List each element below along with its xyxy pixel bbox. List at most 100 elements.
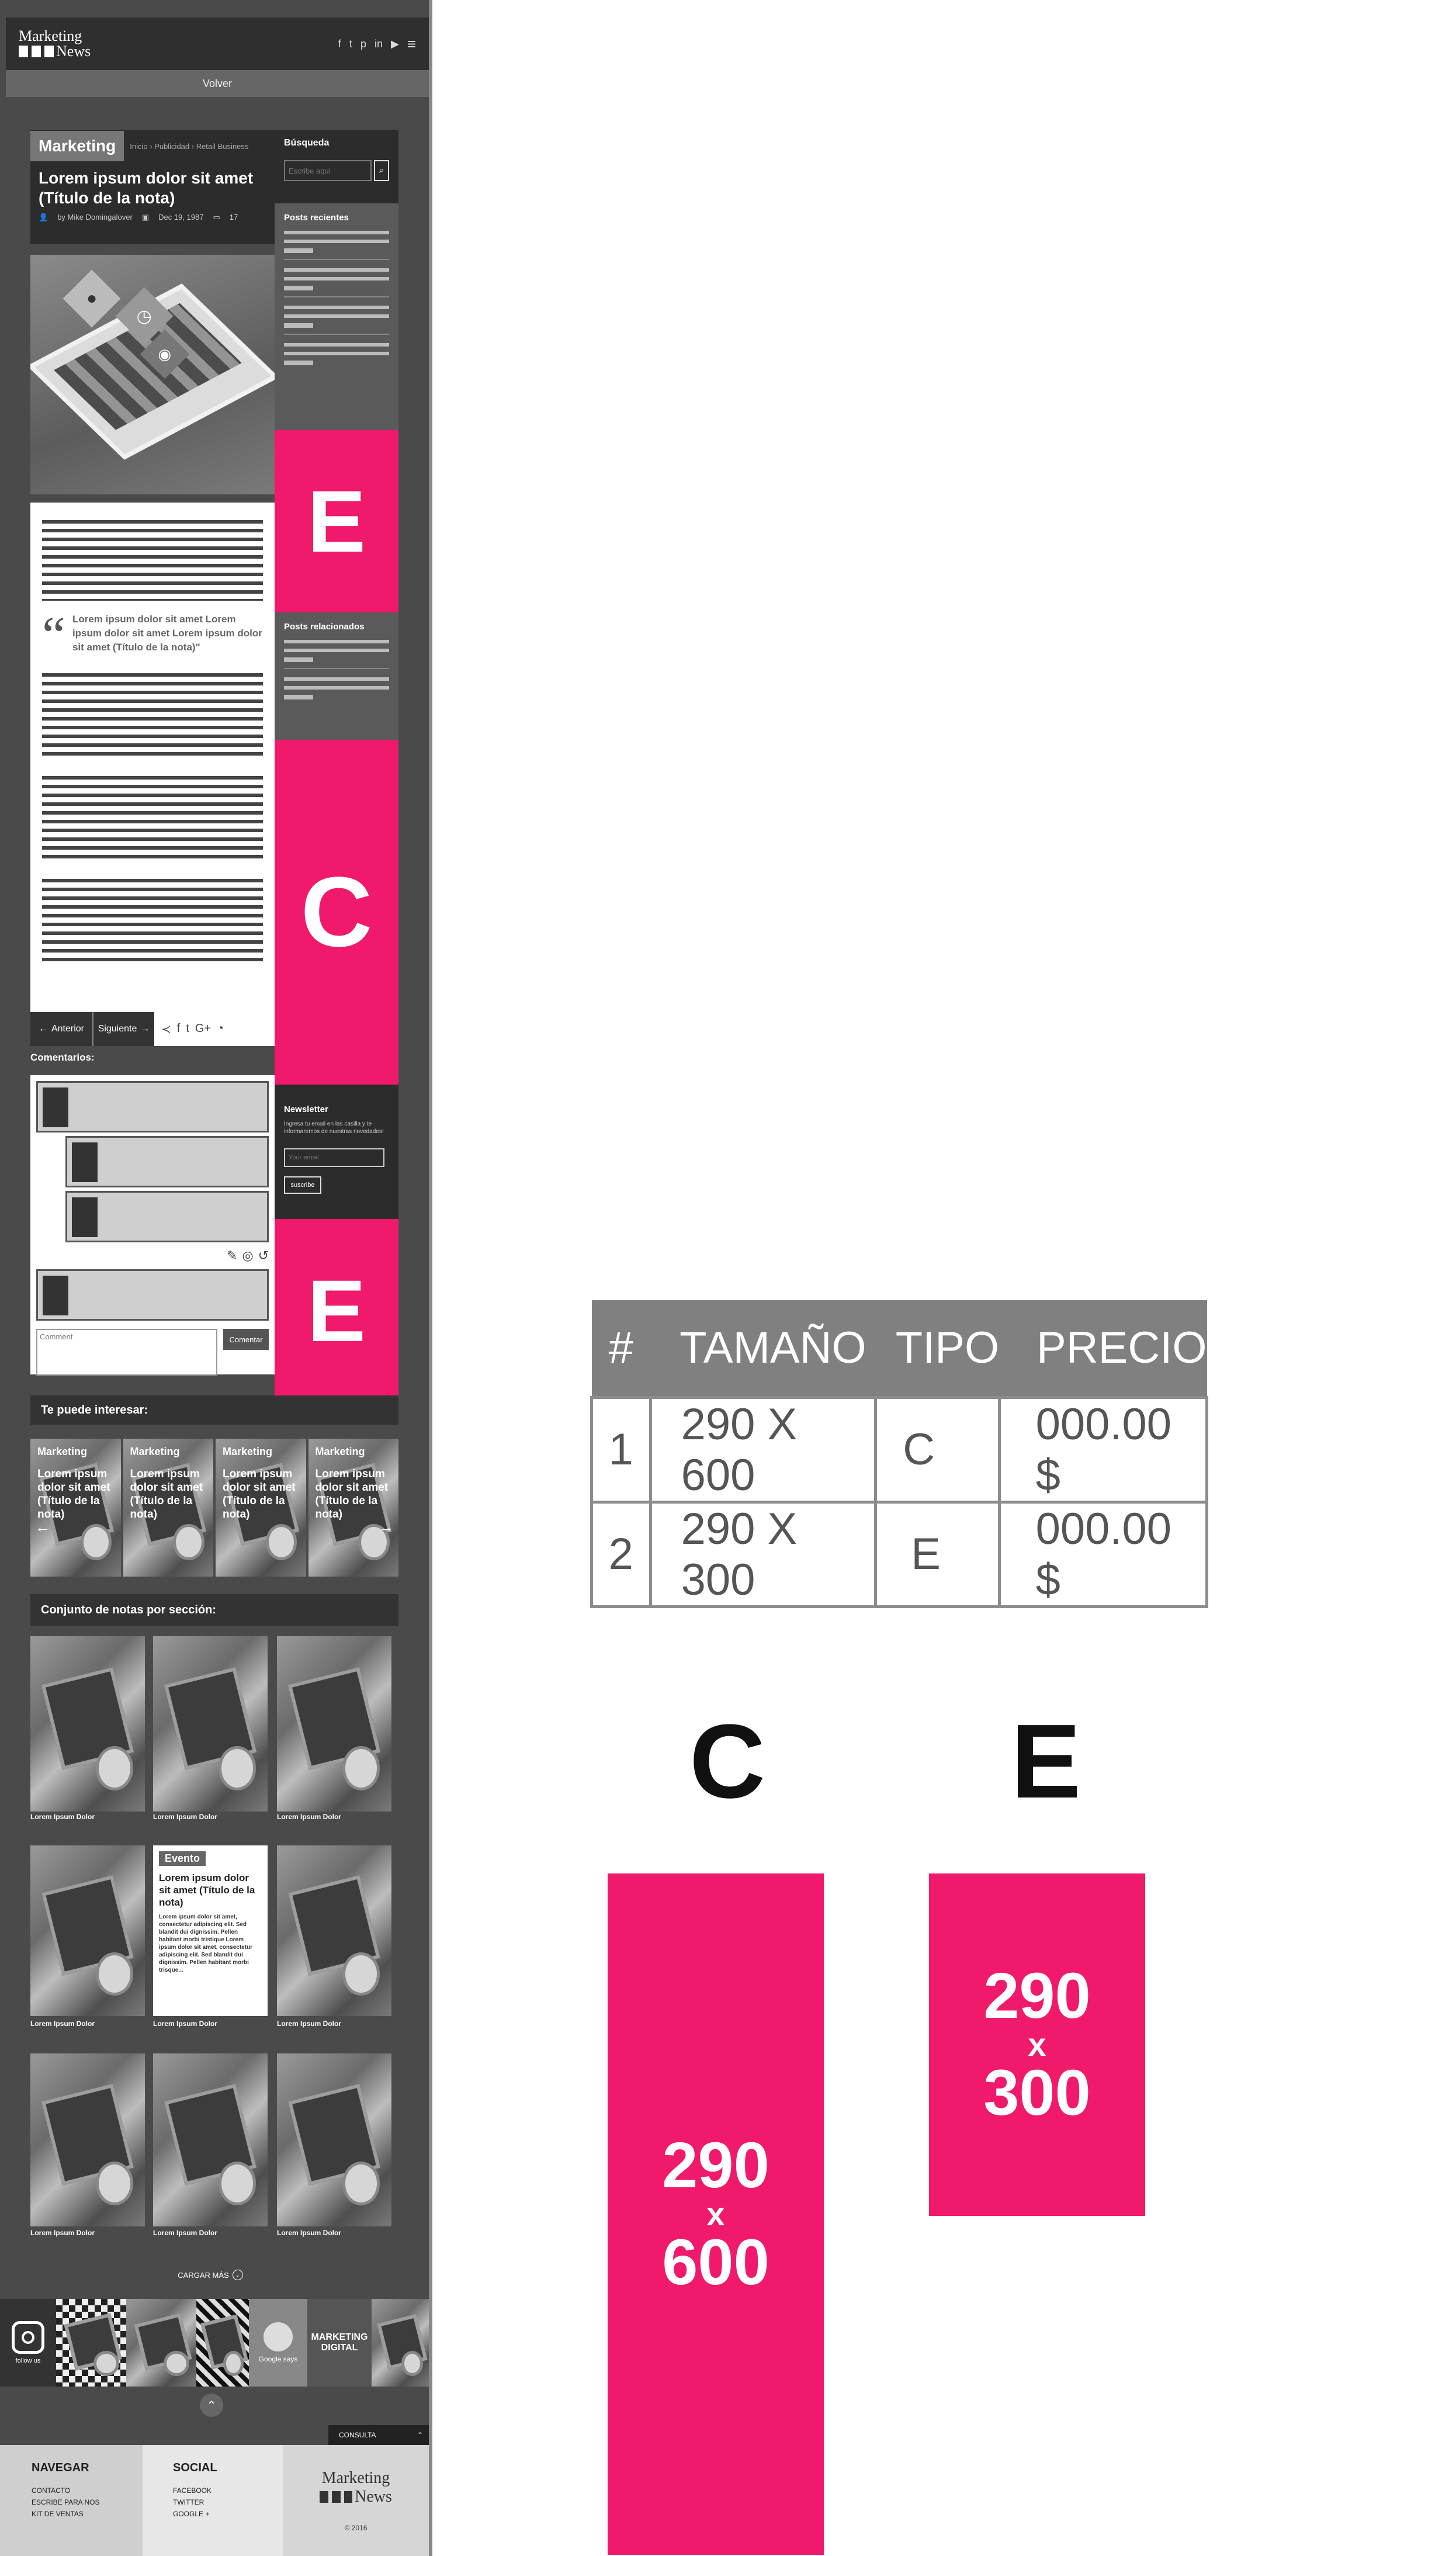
like-icon[interactable]: ◎ xyxy=(242,1248,253,1263)
breadcrumb[interactable]: Inicio › Publicidad › Retail Business xyxy=(130,142,248,151)
col-header: # xyxy=(591,1300,651,1397)
scroll-top-button[interactable]: ⌃ xyxy=(200,2394,223,2417)
note-title: Lorem Ipsum Dolor xyxy=(30,2020,95,2028)
comment-reply xyxy=(65,1191,269,1242)
note-card[interactable] xyxy=(153,2053,268,2226)
menu-icon[interactable]: ≡ xyxy=(407,35,416,53)
instagram-strip: follow us Google says MARKETING DIGITAL xyxy=(0,2299,429,2387)
comment xyxy=(36,1269,269,1321)
note-card[interactable] xyxy=(277,2053,391,2226)
next-button[interactable]: Siguiente → xyxy=(92,1012,154,1046)
search-input[interactable] xyxy=(284,160,372,181)
note-card[interactable] xyxy=(153,1636,268,1812)
pinterest-icon[interactable]: p xyxy=(360,38,366,50)
footer-link[interactable]: FACEBOOK xyxy=(173,2486,252,2495)
submit-comment-button[interactable]: Comentar xyxy=(223,1329,269,1350)
meta-comments[interactable]: 17 xyxy=(230,213,238,222)
interest-carousel: Marketing Lorem ipsum dolor sit amet (Tít… xyxy=(30,1439,398,1577)
ad-slot-e[interactable]: E xyxy=(275,430,398,612)
footer-link[interactable]: ESCRIBE PARA NOS xyxy=(32,2498,111,2506)
instagram-block[interactable]: follow us xyxy=(0,2299,56,2387)
event-card[interactable]: Evento Lorem ipsum dolor sit amet (Títul… xyxy=(153,1845,268,2016)
footer-link[interactable]: CONTACTO xyxy=(32,2486,111,2495)
paragraph xyxy=(42,776,263,864)
instagram-image[interactable] xyxy=(126,2299,196,2387)
twitter-icon[interactable]: t xyxy=(186,1022,189,1037)
facebook-icon[interactable]: f xyxy=(338,38,341,50)
pull-quote: “ Lorem ipsum dolor sit amet Lorem ipsum… xyxy=(42,609,263,662)
newsletter-email-input[interactable] xyxy=(284,1148,384,1167)
search-icon: ⌕ xyxy=(379,165,384,175)
col-header: TIPO xyxy=(875,1300,1000,1397)
interest-title: Te puede interesar: xyxy=(30,1395,398,1425)
arrow-right-icon: → xyxy=(140,1024,150,1034)
load-more-button[interactable]: CARGAR MÁS ⌄ xyxy=(164,2266,257,2284)
sidebar: Búsqueda ⌕ Posts recientes E Posts relac… xyxy=(275,130,398,1402)
youtube-icon[interactable]: ▶ xyxy=(391,38,399,50)
consulta-tab[interactable]: CONSULTA ⌃ xyxy=(328,2425,429,2445)
recent-post[interactable] xyxy=(284,231,389,260)
back-label: Volver xyxy=(202,77,233,89)
cell-price: 000.00 $ xyxy=(997,1395,1209,1504)
ad-c-width: 290 xyxy=(662,2129,769,2201)
carousel-prev-icon[interactable]: ← xyxy=(35,1518,50,1536)
note-card[interactable] xyxy=(277,1636,391,1812)
note-card[interactable] xyxy=(30,1636,145,1812)
whatsapp-icon[interactable]: ◔ xyxy=(217,1022,224,1037)
interest-card[interactable]: Marketing Lorem ipsum dolor sit amet (Tít… xyxy=(308,1439,398,1577)
linkedin-icon[interactable]: in xyxy=(375,38,383,50)
article-meta: 👤 by Mike Domingalover ▣ Dec 19, 1987 ▭ … xyxy=(30,208,275,227)
recent-post[interactable] xyxy=(284,306,389,335)
google-plus-icon[interactable]: G+ xyxy=(195,1022,211,1037)
facebook-icon[interactable]: f xyxy=(177,1022,181,1037)
instagram-image[interactable] xyxy=(56,2299,126,2387)
carousel-next-icon[interactable]: → xyxy=(379,1518,394,1536)
ad-e-x: x xyxy=(1028,2026,1046,2063)
footer-link[interactable]: GOOGLE + xyxy=(173,2510,252,2518)
back-bar[interactable]: Volver xyxy=(6,70,429,97)
note-card[interactable] xyxy=(277,1845,391,2016)
meta-author[interactable]: by Mike Domingalover xyxy=(57,213,133,222)
search-button[interactable]: ⌕ xyxy=(374,160,389,181)
ad-c-height: 600 xyxy=(662,2226,769,2298)
instagram-image[interactable] xyxy=(372,2299,429,2387)
recent-post[interactable] xyxy=(284,343,389,371)
logo-blocks-icon xyxy=(19,46,54,57)
interest-card[interactable]: Marketing Lorem ipsum dolor sit amet (Tít… xyxy=(30,1439,121,1577)
twitter-icon[interactable]: t xyxy=(349,38,352,50)
google-badge-icon xyxy=(264,2322,293,2351)
recent-post[interactable] xyxy=(284,268,389,297)
comment-input[interactable] xyxy=(36,1329,217,1376)
edit-icon[interactable]: ✎ xyxy=(227,1248,237,1263)
note-card[interactable] xyxy=(30,2053,145,2226)
cell-size: 290 X 600 xyxy=(649,1395,878,1504)
ad-slot-e[interactable]: E xyxy=(275,1219,398,1402)
subscribe-button[interactable]: suscribe xyxy=(284,1176,321,1194)
related-post[interactable] xyxy=(284,677,389,705)
site-logo[interactable]: Marketing News xyxy=(19,29,91,59)
arrow-left-icon: ← xyxy=(38,1024,48,1034)
ad-slot-c[interactable]: C xyxy=(275,740,398,1085)
footer-link[interactable]: KIT DE VENTAS xyxy=(32,2510,111,2518)
instagram-image[interactable]: Google says xyxy=(249,2299,307,2387)
interest-card[interactable]: Marketing Lorem ipsum dolor sit amet (Tít… xyxy=(216,1439,306,1577)
reply-icon[interactable]: ↺ xyxy=(258,1248,269,1263)
note-card[interactable] xyxy=(30,1845,145,2016)
chevron-up-icon: ⌃ xyxy=(206,2399,217,2412)
related-post[interactable] xyxy=(284,640,389,669)
related-posts-widget: Posts relacionados xyxy=(275,612,398,740)
instagram-image[interactable]: MARKETING DIGITAL xyxy=(307,2299,372,2387)
note-title: Lorem Ipsum Dolor xyxy=(30,1813,95,1821)
instagram-image[interactable] xyxy=(196,2299,249,2387)
share-icon[interactable]: ≺ xyxy=(161,1022,171,1037)
note-title: Lorem Ipsum Dolor xyxy=(30,2229,95,2237)
category-badge[interactable]: Marketing xyxy=(30,131,124,161)
prev-button[interactable]: ← Anterior xyxy=(30,1012,92,1046)
interest-card[interactable]: Marketing Lorem ipsum dolor sit amet (Tít… xyxy=(123,1439,213,1577)
pricing-table: # TAMAÑO TIPO PRECIO 1 290 X 600 C 000.0… xyxy=(590,1300,1209,1608)
footer-nav: NAVEGAR CONTACTO ESCRIBE PARA NOS KIT DE… xyxy=(0,2445,143,2556)
cell-num: 1 xyxy=(590,1395,652,1504)
quote-text: Lorem ipsum dolor sit amet Lorem ipsum d… xyxy=(72,614,262,653)
footer-link[interactable]: TWITTER xyxy=(173,2498,252,2506)
mockup-page: Marketing News f t p in ▶ ≡ Volver Marke… xyxy=(0,0,432,2556)
